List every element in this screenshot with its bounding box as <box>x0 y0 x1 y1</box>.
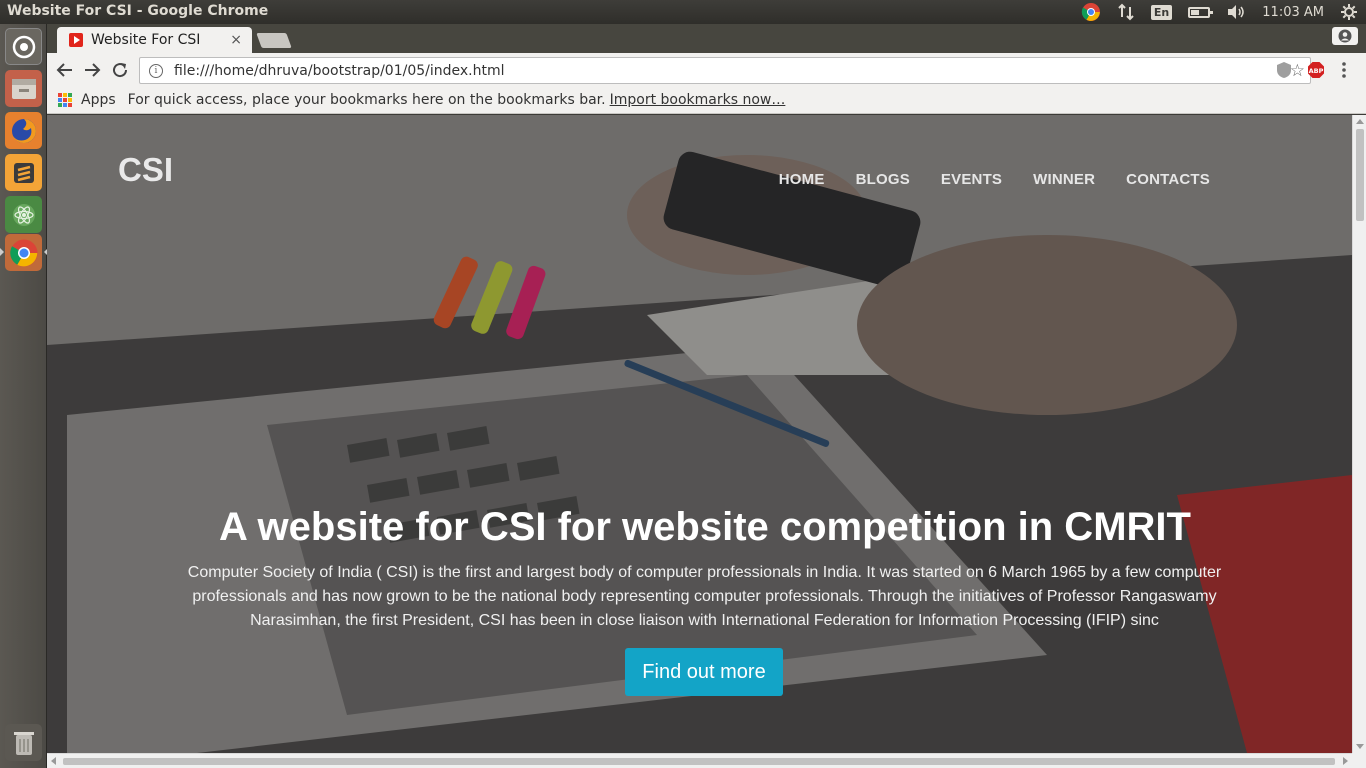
scroll-left-icon[interactable] <box>51 757 56 765</box>
page-viewport: CSI HOME BLOGS EVENTS WINNER CONTACTS A … <box>47 115 1352 753</box>
back-arrow-icon <box>56 63 72 77</box>
vertical-scroll-thumb[interactable] <box>1356 129 1364 221</box>
browser-toolbar: i file:///home/dhruva/bootstrap/01/05/in… <box>47 53 1366 87</box>
site-brand[interactable]: CSI <box>118 151 173 189</box>
top-panel: Website For CSI - Google Chrome En 11:03… <box>0 0 1366 24</box>
tab-strip: Website For CSI × <box>47 24 1366 53</box>
url-text[interactable]: file:///home/dhruva/bootstrap/01/05/inde… <box>174 63 1290 79</box>
nav-blogs[interactable]: BLOGS <box>856 171 910 188</box>
apps-grid-icon[interactable] <box>58 93 72 107</box>
volume-icon[interactable] <box>1226 4 1246 20</box>
horizontal-scrollbar[interactable] <box>47 753 1352 768</box>
chrome-menu-icon[interactable] <box>1341 61 1347 83</box>
scrollbar-corner <box>1352 753 1366 768</box>
keyboard-layout-label: En <box>1150 4 1173 20</box>
import-bookmarks-link[interactable]: Import bookmarks now… <box>610 92 786 108</box>
nav-winner[interactable]: WINNER <box>1033 171 1095 188</box>
bookmark-star-icon[interactable]: ☆ <box>1290 61 1305 81</box>
trash-icon[interactable] <box>5 724 42 761</box>
profile-avatar-icon[interactable] <box>1332 27 1358 45</box>
tab-title: Website For CSI <box>91 32 201 48</box>
nav-home[interactable]: HOME <box>779 171 825 188</box>
tab-website-for-csi[interactable]: Website For CSI × <box>57 27 252 53</box>
settings-gear-icon[interactable] <box>1340 3 1358 21</box>
window-title: Website For CSI - Google Chrome <box>7 3 269 19</box>
atom-icon[interactable] <box>5 196 42 233</box>
tab-close-icon[interactable]: × <box>230 32 242 48</box>
nav-events[interactable]: EVENTS <box>941 171 1002 188</box>
address-bar[interactable]: i file:///home/dhruva/bootstrap/01/05/in… <box>139 57 1311 84</box>
dash-icon[interactable] <box>5 28 42 65</box>
reload-icon <box>113 63 128 78</box>
battery-icon[interactable] <box>1188 6 1214 18</box>
scroll-down-icon[interactable] <box>1356 744 1364 749</box>
launcher <box>0 24 48 768</box>
reload-button[interactable] <box>108 59 132 81</box>
chrome-indicator-icon[interactable] <box>1081 2 1101 22</box>
shield-extension-icon[interactable] <box>1276 61 1292 83</box>
forward-button[interactable] <box>80 59 104 81</box>
bookmarks-hint: For quick access, place your bookmarks h… <box>127 92 606 108</box>
system-tray: En 11:03 AM <box>1073 0 1366 24</box>
vertical-scrollbar[interactable] <box>1352 115 1366 753</box>
main-nav: HOME BLOGS EVENTS WINNER CONTACTS <box>748 171 1210 188</box>
network-icon[interactable] <box>1117 3 1135 21</box>
bookmarks-bar: Apps For quick access, place your bookma… <box>47 87 1366 114</box>
forward-arrow-icon <box>85 63 101 77</box>
scroll-right-icon[interactable] <box>1343 757 1348 765</box>
firefox-icon[interactable] <box>5 112 42 149</box>
adblock-plus-icon[interactable]: ABP <box>1307 61 1325 83</box>
clock[interactable]: 11:03 AM <box>1262 5 1324 20</box>
youtube-favicon-icon <box>69 33 83 47</box>
horizontal-scroll-thumb[interactable] <box>63 758 1335 765</box>
back-button[interactable] <box>53 59 77 81</box>
chrome-icon[interactable] <box>0 234 48 271</box>
page-info-icon[interactable]: i <box>149 63 163 78</box>
nav-contacts[interactable]: CONTACTS <box>1126 171 1210 188</box>
scroll-up-icon[interactable] <box>1356 119 1364 124</box>
find-out-more-button[interactable]: Find out more <box>625 648 783 696</box>
sublime-icon[interactable] <box>5 154 42 191</box>
hero-title: A website for CSI for website competitio… <box>219 505 1191 549</box>
keyboard-layout-indicator[interactable]: En <box>1150 4 1173 20</box>
adblock-label: ABP <box>1309 67 1324 75</box>
apps-shortcut[interactable]: Apps <box>81 92 116 108</box>
hero-description: Computer Society of India ( CSI) is the … <box>187 564 1222 629</box>
files-icon[interactable] <box>5 70 42 107</box>
new-tab-button[interactable] <box>256 33 292 48</box>
